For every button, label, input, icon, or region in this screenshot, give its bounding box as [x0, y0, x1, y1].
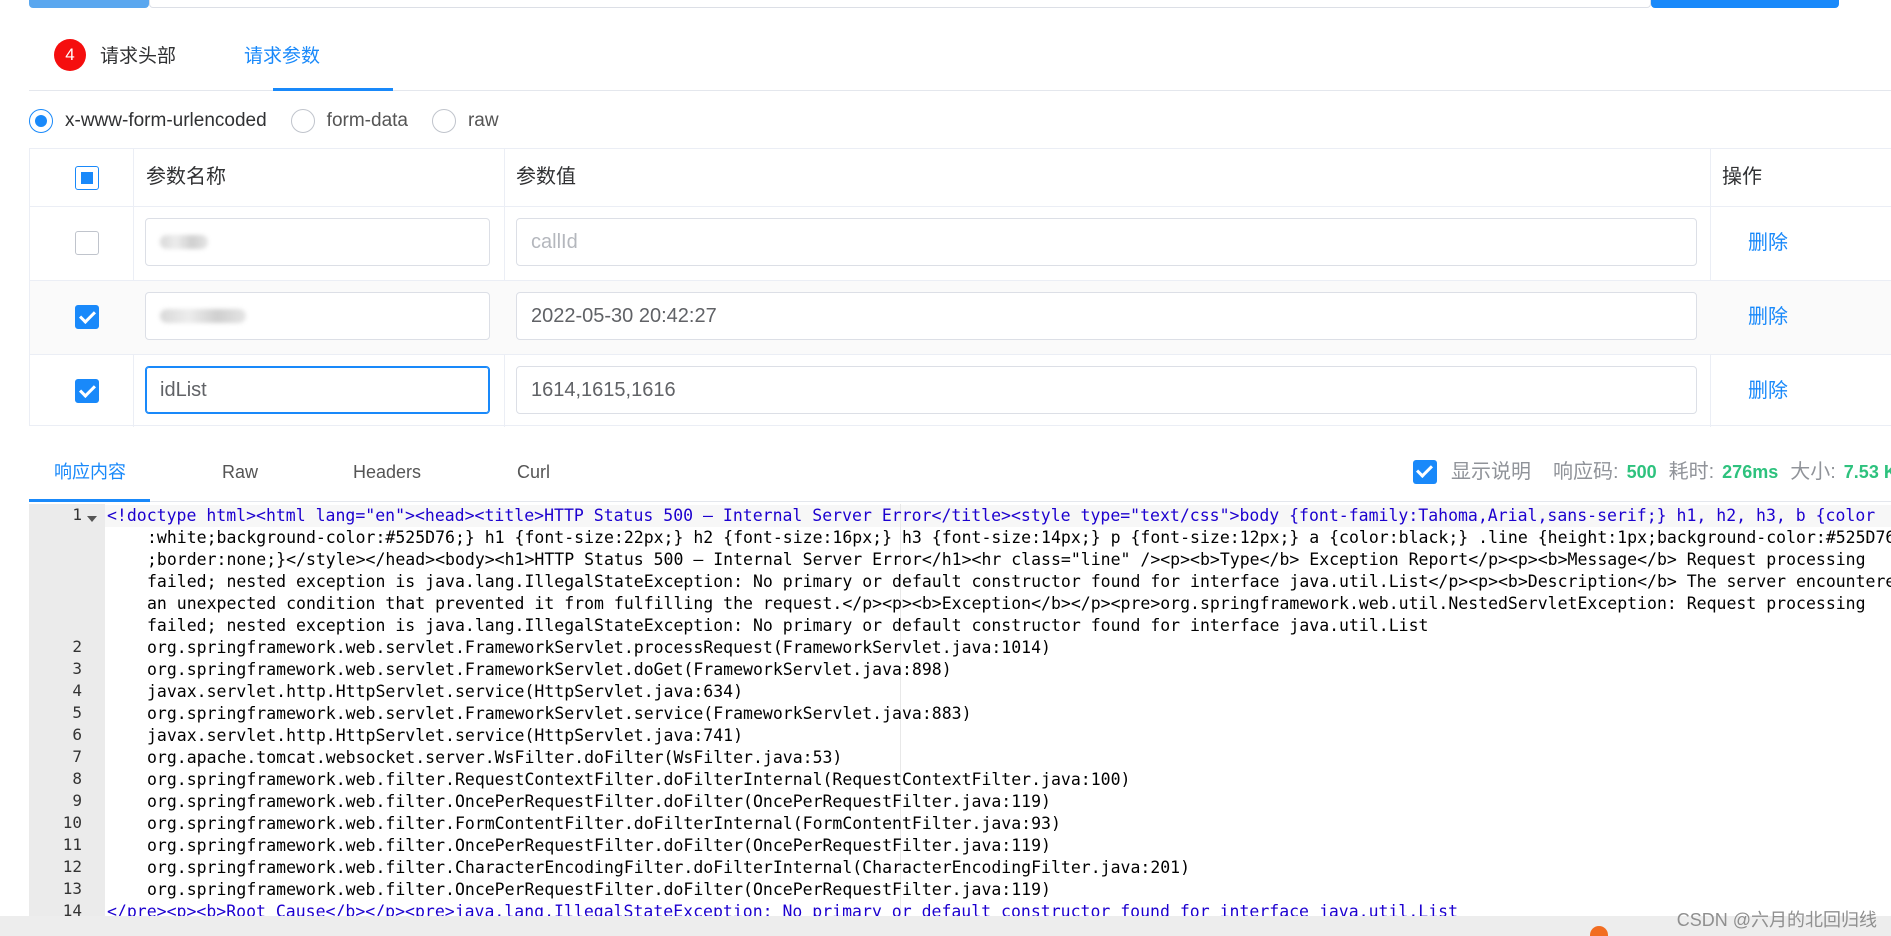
tab-request-headers[interactable]: 4 请求头部: [54, 33, 176, 91]
line-number: 1: [72, 505, 82, 524]
param-name-input[interactable]: [145, 292, 490, 340]
row-checkbox[interactable]: [75, 379, 99, 403]
request-tabs: 4 请求头部 请求参数: [29, 33, 1891, 91]
select-all-checkbox[interactable]: [75, 166, 99, 190]
tab-request-params-label: 请求参数: [244, 46, 321, 67]
send-button[interactable]: [1651, 0, 1839, 8]
line-number: 13: [62, 879, 82, 898]
radio-dot-icon: [431, 109, 456, 133]
radio-raw[interactable]: raw: [431, 109, 499, 133]
line-number: 14: [62, 901, 82, 916]
response-code-editor[interactable]: 1 2 3 4 5 6 7 8 9 10 11 12 13 14 <!docty…: [29, 504, 1891, 916]
radio-label: raw: [467, 110, 499, 131]
status-code-value: 500: [1626, 462, 1657, 482]
param-name-input[interactable]: idList: [145, 366, 490, 414]
line-number: 6: [72, 725, 82, 744]
response-size-label: 大小:: [1790, 461, 1836, 483]
code-line: ;border:none;}</style></head><body><h1>H…: [147, 550, 1866, 569]
params-table: 参数名称 参数值 操作 callId 删除 2022-05-30 20:42:2…: [29, 148, 1891, 427]
radio-dot-icon: [29, 109, 53, 133]
elapsed-time-value: 276ms: [1722, 462, 1779, 482]
headers-count-badge: 4: [54, 38, 86, 71]
column-header-name: 参数名称: [146, 166, 226, 188]
delete-row-button[interactable]: 删除: [1748, 281, 1788, 353]
method-select[interactable]: [29, 0, 149, 8]
table-row: idList 1614,1615,1616 删除: [30, 355, 1891, 427]
delete-row-button[interactable]: 删除: [1748, 207, 1788, 279]
column-header-value: 参数值: [516, 166, 576, 188]
line-number: 9: [72, 791, 82, 810]
status-code-label: 响应码:: [1553, 461, 1619, 483]
code-line: </pre><p><b>Root Cause</b></p><pre>java.…: [107, 902, 1459, 916]
line-number: 10: [62, 813, 82, 832]
line-number: 8: [72, 769, 82, 788]
radio-x-www-form-urlencoded[interactable]: x-www-form-urlencoded: [29, 109, 267, 133]
code-line: org.springframework.web.servlet.Framewor…: [147, 660, 952, 679]
line-number: 12: [62, 857, 82, 876]
table-header-row: 参数名称 参数值 操作: [30, 149, 1891, 207]
line-number: 7: [72, 747, 82, 766]
code-line: javax.servlet.http.HttpServlet.service(H…: [147, 726, 744, 745]
redacted-text: [160, 235, 208, 249]
code-line: org.springframework.web.filter.OncePerRe…: [147, 836, 1051, 855]
response-meta: 显示说明 响应码: 500 耗时: 276ms 大小: 7.53 KB: [1413, 442, 1891, 502]
show-description-label[interactable]: 显示说明: [1451, 442, 1531, 502]
code-line: javax.servlet.http.HttpServlet.service(H…: [147, 682, 744, 701]
body-type-radio-group: x-www-form-urlencoded form-data raw: [29, 106, 523, 136]
table-row: callId 删除: [30, 207, 1891, 281]
code-line: <!doctype html><html lang="en"><head><ti…: [107, 506, 1876, 525]
fold-arrow-icon[interactable]: [87, 516, 97, 522]
response-tabs: 响应内容 Raw Headers Curl 显示说明 响应码: 500 耗时: …: [29, 442, 1891, 502]
code-line: :white;background-color:#525D76;} h1 {fo…: [147, 528, 1891, 547]
line-number: 2: [72, 637, 82, 656]
column-header-action: 操作: [1722, 166, 1762, 188]
table-row: 2022-05-30 20:42:27 删除: [30, 281, 1891, 355]
radio-label: x-www-form-urlencoded: [65, 110, 267, 131]
redacted-text: [160, 309, 246, 323]
response-size-value: 7.53 KB: [1843, 462, 1891, 482]
code-line: org.springframework.web.filter.RequestCo…: [147, 770, 1131, 789]
param-value-input[interactable]: 2022-05-30 20:42:27: [516, 292, 1697, 340]
row-checkbox[interactable]: [75, 231, 99, 255]
code-line: failed; nested exception is java.lang.Il…: [147, 572, 1891, 591]
code-line: org.springframework.web.filter.FormConte…: [147, 814, 1061, 833]
line-number: 11: [62, 835, 82, 854]
code-line: org.springframework.web.filter.OncePerRe…: [147, 792, 1051, 811]
line-number: 4: [72, 681, 82, 700]
tab-headers[interactable]: Headers: [353, 442, 421, 502]
code-line: org.springframework.web.filter.Character…: [147, 858, 1191, 877]
delete-row-button[interactable]: 删除: [1748, 355, 1788, 427]
line-number: 3: [72, 659, 82, 678]
param-value-input[interactable]: 1614,1615,1616: [516, 366, 1697, 414]
code-line: org.springframework.web.servlet.Framewor…: [147, 704, 972, 723]
code-line: org.apache.tomcat.websocket.server.WsFil…: [147, 748, 843, 767]
watermark: CSDN @六月的北回归线: [1676, 910, 1877, 930]
param-name-input[interactable]: [145, 218, 490, 266]
tab-request-headers-label: 请求头部: [100, 46, 177, 67]
line-number: 5: [72, 703, 82, 722]
radio-label: form-data: [326, 110, 408, 131]
active-tab-indicator: [29, 499, 150, 502]
code-line: an unexpected condition that prevented i…: [147, 594, 1866, 613]
elapsed-time-label: 耗时:: [1668, 461, 1715, 483]
tab-response-content[interactable]: 响应内容: [54, 442, 126, 502]
code-line: org.springframework.web.servlet.Framewor…: [147, 638, 1051, 657]
code-line: org.springframework.web.filter.OncePerRe…: [147, 880, 1051, 899]
tab-request-params[interactable]: 请求参数: [244, 33, 320, 91]
tab-curl[interactable]: Curl: [517, 442, 550, 502]
param-value-input[interactable]: callId: [516, 218, 1697, 266]
show-description-checkbox[interactable]: [1413, 460, 1437, 484]
radio-form-data[interactable]: form-data: [290, 109, 408, 133]
row-checkbox[interactable]: [75, 305, 99, 329]
radio-dot-icon: [290, 109, 315, 133]
tab-raw[interactable]: Raw: [222, 442, 258, 502]
line-number-gutter: 1 2 3 4 5 6 7 8 9 10 11 12 13 14: [29, 504, 105, 916]
active-tab-indicator: [273, 88, 393, 91]
code-line: failed; nested exception is java.lang.Il…: [147, 616, 1429, 635]
url-input[interactable]: [149, 0, 1651, 8]
